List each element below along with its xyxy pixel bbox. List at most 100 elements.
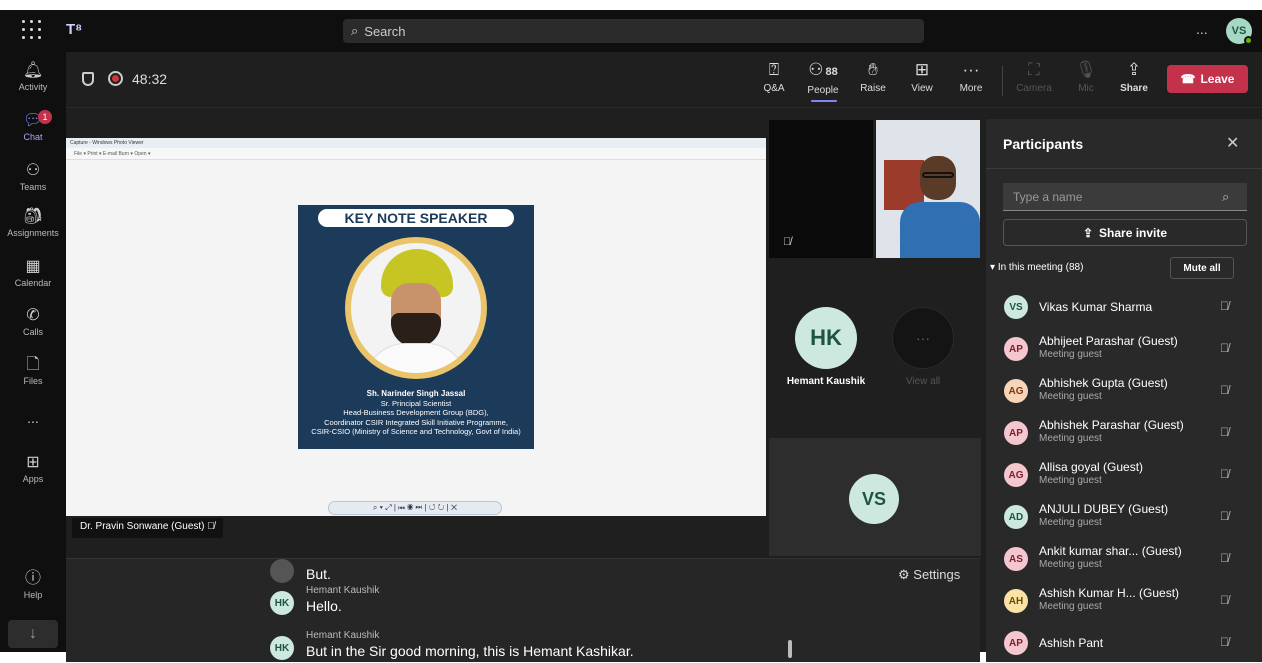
rail-teams[interactable]: ⚇ Teams	[0, 162, 66, 192]
rail-label: Calendar	[14, 278, 52, 288]
teams-logo-icon: T⁸	[66, 21, 83, 38]
mic-button[interactable]: 🎙︎ Mic	[1064, 60, 1108, 94]
rail-label: Help	[23, 590, 43, 600]
self-avatar: VS	[849, 474, 899, 524]
caption-text: But.	[306, 566, 331, 582]
close-icon[interactable]: ✕	[1226, 133, 1239, 153]
participant-avatar: AD	[1004, 505, 1028, 529]
participants-panel: Participants ✕ ⌕ ⇪ Share invite ▾ In this…	[986, 119, 1262, 662]
share-icon: ⇪	[1082, 225, 1094, 240]
leave-button[interactable]: ☎ Leave	[1167, 65, 1248, 93]
participant-row[interactable]: AP Abhishek Parashar (Guest) Meeting guest…	[986, 413, 1262, 453]
participant-role: Meeting guest	[1039, 433, 1102, 444]
more-options-button[interactable]: ...	[1196, 21, 1208, 37]
participant-search-input[interactable]	[1003, 183, 1247, 211]
rail-calls[interactable]: ✆ Calls	[0, 307, 66, 337]
search-placeholder: Search	[364, 23, 406, 39]
more-icon: ···	[962, 60, 980, 79]
mic-off-icon: 🎙̸	[1220, 593, 1229, 607]
caption-avatar: HK	[270, 636, 294, 660]
rail-apps[interactable]: ⊞ Apps	[0, 454, 66, 484]
search-bar[interactable]: ⌕ Search	[343, 19, 924, 43]
raise-hand-button[interactable]: ✋︎ Raise	[851, 60, 895, 94]
mic-off-icon: 🎙̸	[1220, 341, 1229, 355]
camera-button[interactable]: ⛶ Camera	[1012, 60, 1056, 94]
video-tile-camera[interactable]: 🎙̸	[876, 120, 980, 258]
mic-off-icon: 🎙̸	[1220, 551, 1229, 565]
share-invite-button[interactable]: ⇪ Share invite	[1003, 219, 1247, 246]
people-button[interactable]: ⚇ 88 People	[801, 60, 845, 102]
rail-help[interactable]: ⓘ Help	[0, 570, 66, 600]
mic-off-icon: 🎙̸	[1220, 425, 1229, 439]
share-button[interactable]: ⇪ Share	[1112, 60, 1156, 94]
search-icon: ⌕	[1222, 189, 1230, 204]
more-icon: ...	[27, 410, 39, 426]
view-all-link[interactable]: View all	[880, 376, 966, 387]
meeting-header: 48:32 ⍰ Q&A ⚇ 88 People ✋︎ Raise ⊞ View ··· Mo…	[66, 52, 1262, 108]
leave-label: Leave	[1200, 72, 1235, 86]
profile-avatar[interactable]: VS	[1226, 18, 1253, 45]
participant-row[interactable]: AS Ankit kumar shar... (Guest) Meeting gue…	[986, 539, 1262, 579]
download-icon[interactable]: ↓	[8, 620, 58, 648]
participant-row[interactable]: AP Abhijeet Parashar (Guest) Meeting guest…	[986, 329, 1262, 369]
more-button[interactable]: ··· More	[949, 60, 993, 94]
participant-row[interactable]: AP Ashish Pant 🎙̸	[986, 623, 1262, 663]
caption-settings-button[interactable]: ⚙ Settings	[898, 567, 960, 583]
rail-label: Assignments	[7, 228, 59, 238]
top-bar: T⁸ ⌕ Search ... VS	[0, 10, 1262, 52]
qa-button[interactable]: ⍰ Q&A	[752, 60, 796, 94]
participant-name: Vikas Kumar Sharma	[1039, 300, 1153, 314]
participant-role: Meeting guest	[1039, 391, 1102, 402]
rail-assignments[interactable]: 🎒︎ Assignments	[0, 208, 66, 238]
hand-icon: ✋︎	[868, 60, 878, 79]
rail-calendar[interactable]: ▦ Calendar	[0, 258, 66, 288]
gear-icon: ⚙	[898, 567, 910, 582]
participant-role: Meeting guest	[1039, 349, 1102, 360]
speaker-photo-frame	[345, 237, 487, 379]
bell-icon: 🔔︎	[22, 62, 44, 79]
scrollbar-thumb[interactable]	[788, 640, 792, 658]
app-launcher-icon[interactable]	[22, 20, 42, 40]
caption-avatar: HK	[270, 591, 294, 615]
view-all-icon[interactable]: ···	[892, 307, 954, 369]
participant-row[interactable]: VS Vikas Kumar Sharma 🎙̸	[986, 287, 1262, 327]
file-icon: 🗋	[26, 356, 40, 373]
panel-title: Participants	[1003, 136, 1084, 152]
participant-row[interactable]: AH Ashish Kumar H... (Guest) Meeting guest…	[986, 581, 1262, 621]
unread-badge: 1	[38, 110, 52, 124]
mic-off-icon: 🎙̸	[1220, 383, 1229, 397]
video-tile-off[interactable]: 🎙̸	[769, 120, 873, 258]
view-button[interactable]: ⊞ View	[900, 60, 944, 94]
participant-role: Meeting guest	[1039, 601, 1102, 612]
assignments-icon: 🎒︎	[22, 208, 44, 225]
mic-off-icon: 🎙̸	[207, 521, 215, 532]
participant-avatar-hk[interactable]: HK	[795, 307, 857, 369]
speaker-line: Head-Business Development Group (BDG),	[343, 408, 489, 417]
apps-icon: ⊞	[26, 454, 40, 471]
rail-chat[interactable]: 💬︎ 1 Chat	[0, 110, 66, 142]
help-icon: ⓘ	[24, 570, 41, 587]
participant-row[interactable]: AD ANJULI DUBEY (Guest) Meeting guest 🎙̸	[986, 497, 1262, 537]
participant-row[interactable]: AG Abhishek Gupta (Guest) Meeting guest 🎙̸	[986, 371, 1262, 411]
keynote-poster: KEY NOTE SPEAKER Sh. Narinder Singh Jass…	[298, 205, 534, 449]
participant-role: Meeting guest	[1039, 475, 1102, 486]
divider	[986, 168, 1262, 169]
participant-row[interactable]: AG Allisa goyal (Guest) Meeting guest 🎙̸	[986, 455, 1262, 495]
self-video-tile[interactable]: VS	[769, 438, 981, 556]
in-meeting-label: In this meeting (88)	[997, 262, 1084, 273]
rail-activity[interactable]: 🔔︎ Activity	[0, 62, 66, 92]
rail-files[interactable]: 🗋 Files	[0, 356, 66, 386]
in-meeting-section-toggle[interactable]: ▾ In this meeting (88)	[990, 262, 1083, 273]
rail-label: Activity	[18, 82, 48, 92]
caption-avatar	[270, 559, 294, 583]
mic-off-icon: 🎙̸	[783, 236, 792, 248]
presence-available-icon	[1244, 36, 1253, 45]
more-label: More	[959, 83, 983, 94]
camera-label: Camera	[1016, 83, 1052, 94]
mic-off-icon: 🎙̸	[890, 236, 899, 248]
shield-icon	[82, 72, 94, 86]
rail-more[interactable]: ...	[0, 410, 66, 426]
share-label: Share	[1120, 83, 1148, 94]
phone-hangup-icon: ☎	[1180, 72, 1196, 86]
mute-all-button[interactable]: Mute all	[1170, 257, 1234, 279]
